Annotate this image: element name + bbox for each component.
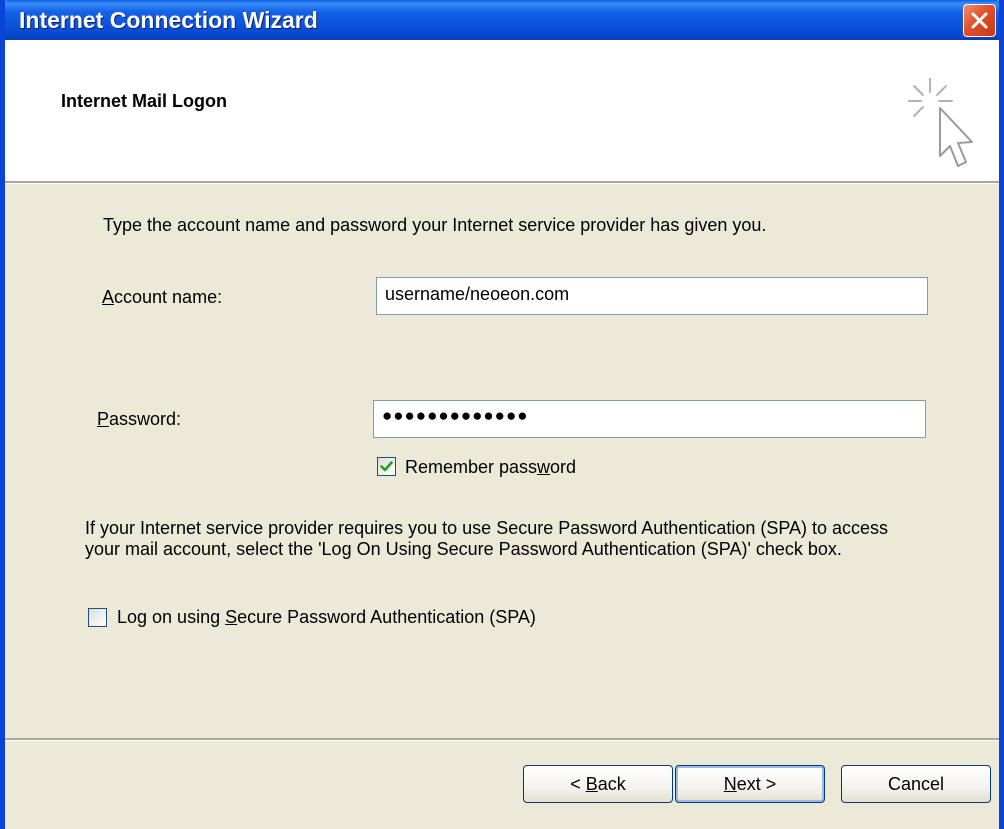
back-button-label: < Back (570, 774, 626, 795)
wizard-cursor-icon (908, 78, 973, 167)
title-bar[interactable]: Internet Connection Wizard (5, 0, 999, 40)
next-button[interactable]: Next > (675, 765, 825, 803)
remember-password-label[interactable]: Remember password (405, 457, 576, 478)
spa-checkbox-label[interactable]: Log on using Secure Password Authenticat… (117, 607, 536, 628)
remember-password-label-post: ord (550, 457, 577, 477)
page-title: Internet Mail Logon (61, 91, 227, 111)
close-icon (971, 12, 988, 29)
account-name-label: Account name: (102, 287, 222, 308)
next-button-accelerator: N (723, 773, 737, 794)
back-button-pre: < (570, 773, 586, 794)
window-title: Internet Connection Wizard (19, 7, 318, 33)
spa-description: If your Internet service provider requir… (85, 518, 889, 559)
wizard-window: Internet Connection Wizard Internet Mail… (0, 0, 1004, 829)
password-accelerator: P (97, 409, 110, 429)
remember-password-accelerator: w (537, 457, 551, 477)
spa-checkbox[interactable] (88, 608, 107, 627)
cancel-button[interactable]: Cancel (841, 765, 991, 803)
next-button-post: ext > (736, 773, 777, 794)
account-name-input[interactable]: username/neoeon.com (376, 277, 928, 315)
spa-label-pre: Log on using (117, 607, 226, 627)
close-button[interactable] (963, 4, 996, 37)
back-button-post: ack (597, 773, 626, 794)
next-button-label: Next > (724, 774, 777, 795)
password-label: Password: (97, 409, 181, 430)
spa-accelerator: S (225, 607, 238, 627)
account-name-accelerator: A (102, 287, 115, 307)
footer-divider (5, 738, 999, 741)
spa-label-post: ecure Password Authentication (SPA) (237, 607, 536, 627)
checkmark-icon (380, 461, 393, 472)
password-label-text: assword: (109, 409, 182, 429)
back-button[interactable]: < Back (523, 765, 673, 803)
back-button-accelerator: B (585, 773, 598, 794)
instructions-text: Type the account name and password your … (103, 215, 767, 235)
account-name-label-text: ccount name: (114, 287, 223, 307)
cancel-button-label: Cancel (887, 773, 945, 794)
password-input[interactable]: ●●●●●●●●●●●●● (373, 400, 926, 438)
remember-password-checkbox[interactable] (377, 457, 396, 476)
remember-password-label-pre: Remember pass (405, 457, 538, 477)
header-divider (5, 181, 999, 184)
wizard-header: Internet Mail Logon (5, 40, 999, 181)
